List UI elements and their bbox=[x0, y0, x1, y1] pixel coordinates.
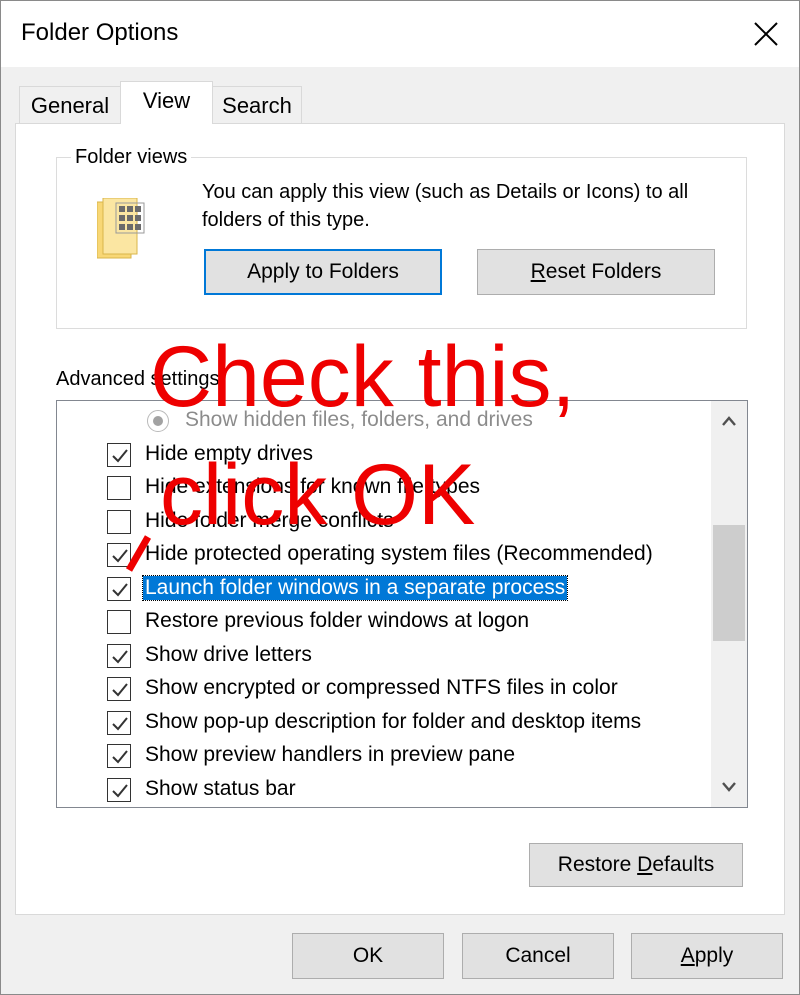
list-item-label: Show status bar bbox=[145, 777, 296, 800]
tab-view[interactable]: View bbox=[120, 81, 213, 124]
reset-folders-button[interactable]: Reset Folders bbox=[477, 249, 715, 295]
checkbox-show-preview-handlers[interactable] bbox=[107, 744, 131, 768]
list-item-show-drive-letters[interactable]: Show drive letters bbox=[57, 640, 707, 672]
checkbox-show-drive-letters[interactable] bbox=[107, 644, 131, 668]
list-item-launch-separate-process[interactable]: Launch folder windows in a separate proc… bbox=[57, 573, 707, 605]
title-bar: Folder Options bbox=[1, 1, 799, 67]
close-icon bbox=[754, 22, 778, 46]
checkbox-show-popup-description[interactable] bbox=[107, 711, 131, 735]
advanced-settings-label: Advanced settings: bbox=[56, 368, 225, 390]
folder-views-group: Folder views You can apply this view (su… bbox=[56, 146, 747, 329]
apply-button[interactable]: Apply bbox=[631, 933, 783, 979]
list-item-label: Show hidden files, folders, and drives bbox=[185, 408, 533, 431]
checkbox-hide-extensions[interactable] bbox=[107, 476, 131, 500]
check-icon bbox=[112, 549, 128, 563]
list-item-label: Hide folder merge conflicts bbox=[145, 509, 394, 532]
list-item-label: Show preview handlers in preview pane bbox=[145, 743, 516, 766]
tab-general[interactable]: General bbox=[19, 86, 121, 124]
checkbox-show-encrypted-color[interactable] bbox=[107, 677, 131, 701]
folder-views-description: You can apply this view (such as Details… bbox=[202, 181, 689, 231]
list-item-label: Show drive letters bbox=[145, 643, 312, 666]
check-icon bbox=[112, 717, 128, 731]
checkbox-restore-previous-windows[interactable] bbox=[107, 610, 131, 634]
restore-defaults-mnemonic: D bbox=[637, 853, 653, 876]
list-item-show-encrypted-color[interactable]: Show encrypted or compressed NTFS files … bbox=[57, 673, 707, 705]
chevron-up-icon bbox=[722, 416, 736, 426]
checkbox-hide-protected-files[interactable] bbox=[107, 543, 131, 567]
reset-folders-label-rest: eset Folders bbox=[545, 260, 662, 283]
check-icon bbox=[112, 784, 128, 798]
checkbox-hide-empty-drives[interactable] bbox=[107, 443, 131, 467]
folder-view-icon bbox=[96, 197, 153, 267]
list-item-show-hidden[interactable]: Show hidden files, folders, and drives bbox=[57, 405, 707, 437]
list-item-show-preview-handlers[interactable]: Show preview handlers in preview pane bbox=[57, 740, 707, 772]
tab-search[interactable]: Search bbox=[212, 86, 302, 124]
list-item-hide-extensions[interactable]: Hide extensions for known file types bbox=[57, 472, 707, 504]
close-button[interactable] bbox=[741, 11, 791, 57]
reset-folders-mnemonic: R bbox=[530, 260, 546, 283]
restore-defaults-label-prefix: Restore bbox=[557, 853, 638, 876]
advanced-settings-list[interactable]: Show hidden files, folders, and drives H… bbox=[56, 400, 748, 808]
list-item-hide-empty-drives[interactable]: Hide empty drives bbox=[57, 439, 707, 471]
radio-show-hidden[interactable] bbox=[147, 410, 169, 432]
check-icon bbox=[112, 449, 128, 463]
list-item-hide-merge-conflicts[interactable]: Hide folder merge conflicts bbox=[57, 506, 707, 538]
checkbox-launch-separate-process[interactable] bbox=[107, 577, 131, 601]
check-icon bbox=[112, 650, 128, 664]
list-item-restore-previous-windows[interactable]: Restore previous folder windows at logon bbox=[57, 606, 707, 638]
list-item-label: Hide empty drives bbox=[145, 442, 314, 465]
check-icon bbox=[112, 683, 128, 697]
list-item-label: Launch folder windows in a separate proc… bbox=[141, 575, 569, 601]
restore-defaults-label-rest: efaults bbox=[652, 853, 715, 876]
apply-to-folders-button[interactable]: Apply to Folders bbox=[204, 249, 442, 295]
list-item-label: Show encrypted or compressed NTFS files … bbox=[145, 676, 618, 699]
restore-defaults-button[interactable]: Restore Defaults bbox=[529, 843, 743, 887]
apply-mnemonic: A bbox=[680, 944, 695, 967]
list-item-show-popup-description[interactable]: Show pop-up description for folder and d… bbox=[57, 707, 707, 739]
cancel-button[interactable]: Cancel bbox=[462, 933, 614, 979]
scroll-thumb[interactable] bbox=[713, 525, 745, 641]
check-icon bbox=[112, 583, 128, 597]
list-item-label: Hide protected operating system files (R… bbox=[145, 542, 653, 565]
list-scrollbar[interactable] bbox=[711, 401, 747, 807]
list-item-label: Hide extensions for known file types bbox=[145, 475, 481, 498]
view-tab-panel: Folder views You can apply this view (su… bbox=[15, 123, 785, 915]
folder-options-dialog: Folder Options General View Search Folde… bbox=[0, 0, 800, 995]
scroll-down-button[interactable] bbox=[711, 767, 747, 807]
chevron-down-icon bbox=[722, 782, 736, 792]
scroll-up-button[interactable] bbox=[711, 401, 747, 441]
checkbox-hide-merge-conflicts[interactable] bbox=[107, 510, 131, 534]
check-icon bbox=[112, 750, 128, 764]
apply-label-rest: pply bbox=[694, 944, 734, 967]
list-item-label: Restore previous folder windows at logon bbox=[145, 609, 530, 632]
list-item-hide-protected-files[interactable]: Hide protected operating system files (R… bbox=[57, 539, 707, 571]
folder-views-label: Folder views bbox=[71, 146, 192, 169]
list-item-label: Show pop-up description for folder and d… bbox=[145, 710, 642, 733]
checkbox-show-status-bar[interactable] bbox=[107, 778, 131, 802]
ok-button[interactable]: OK bbox=[292, 933, 444, 979]
window-title: Folder Options bbox=[21, 19, 179, 46]
list-item-show-status-bar[interactable]: Show status bar bbox=[57, 774, 707, 806]
